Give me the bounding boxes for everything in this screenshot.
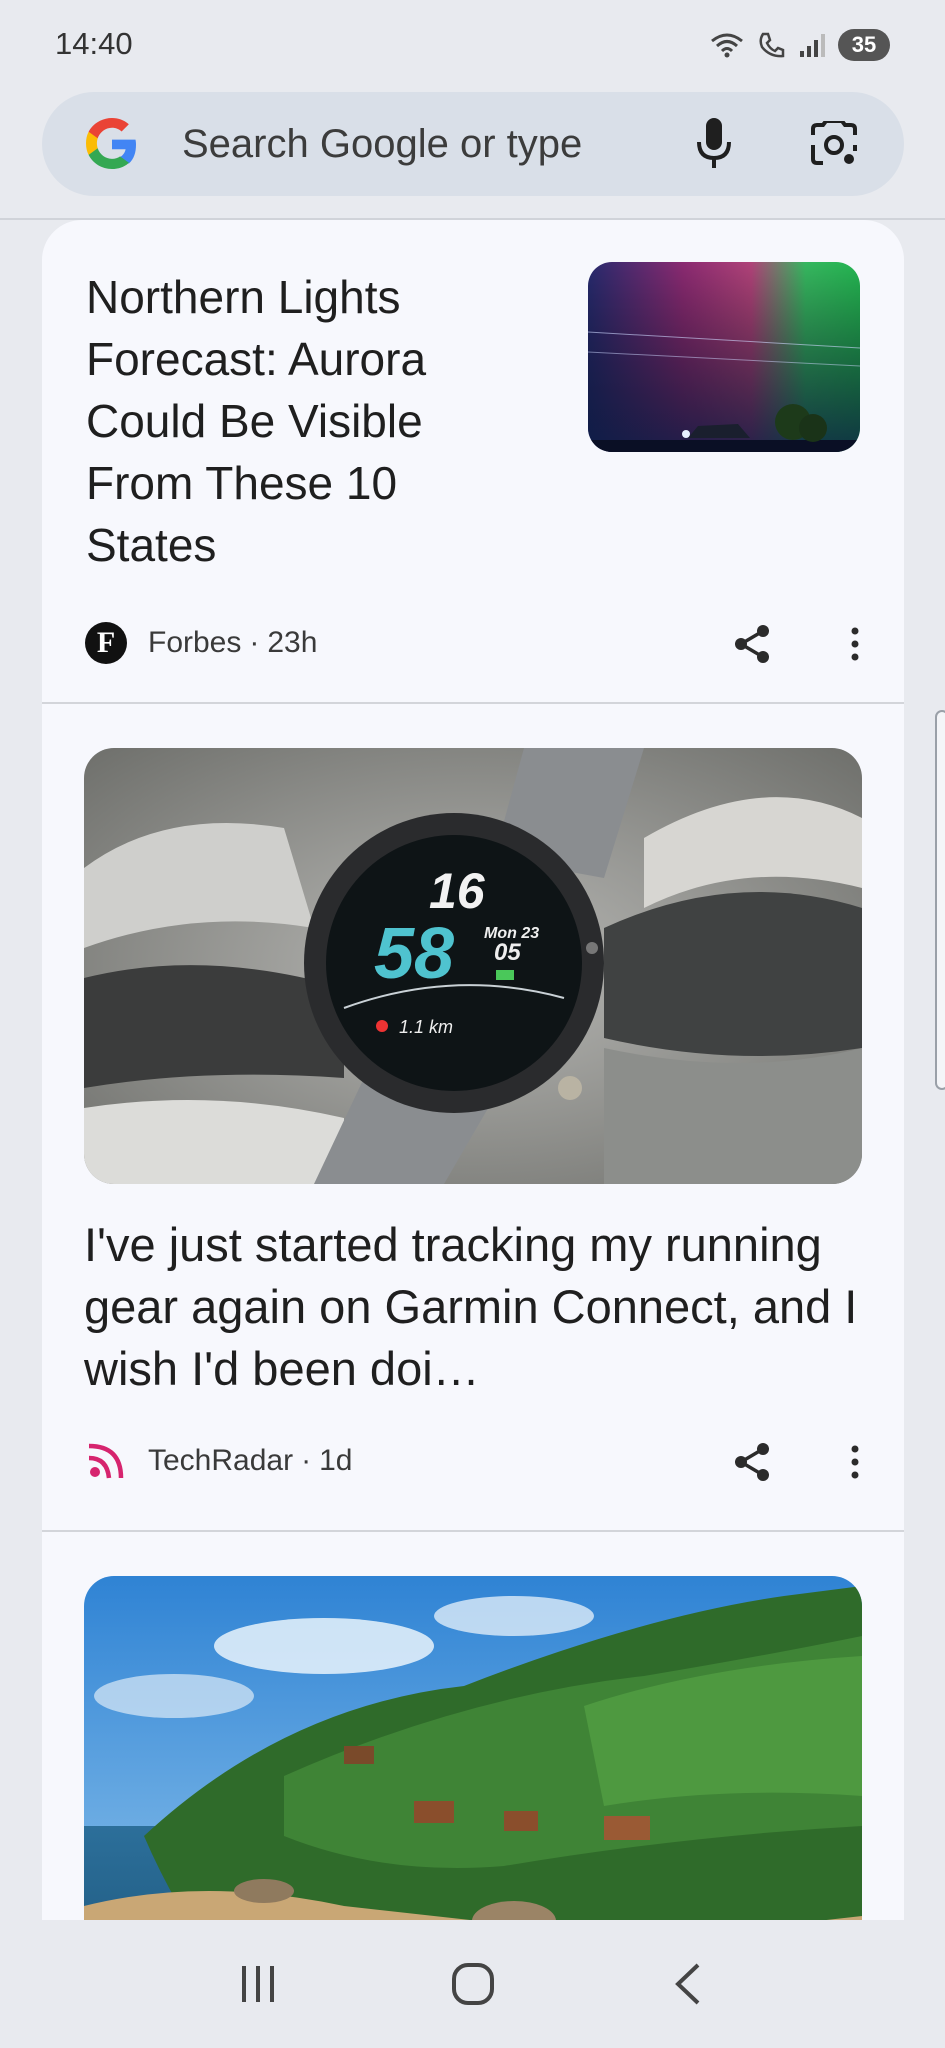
call-icon (756, 30, 786, 60)
techradar-logo-icon (84, 1439, 128, 1483)
back-icon[interactable] (653, 1954, 723, 2014)
home-icon[interactable] (438, 1954, 508, 2014)
svg-text:58: 58 (374, 914, 454, 994)
source-separator: · (301, 1444, 312, 1477)
navigation-bar (0, 1920, 945, 2048)
mic-icon[interactable] (684, 114, 744, 174)
status-icons: 35 (710, 29, 890, 61)
article-age: 23h (267, 626, 318, 659)
article-card[interactable]: Northern Lights Forecast: Aurora Could B… (42, 220, 904, 704)
source-separator: · (249, 626, 260, 659)
search-input[interactable]: Search Google or type (182, 122, 684, 167)
battery-icon: 35 (838, 29, 890, 61)
source-name: TechRadar (148, 1444, 294, 1477)
search-bar[interactable]: Search Google or type (42, 92, 904, 196)
lens-icon[interactable] (804, 114, 864, 174)
article-card[interactable] (42, 1532, 904, 1920)
svg-text:1.1 km: 1.1 km (399, 1017, 453, 1037)
more-options-icon[interactable] (840, 622, 870, 666)
status-bar: 14:40 35 (0, 0, 945, 90)
svg-text:16: 16 (429, 863, 486, 919)
share-icon[interactable] (730, 1440, 774, 1484)
svg-text:05: 05 (494, 939, 521, 966)
more-options-icon[interactable] (840, 1440, 870, 1484)
recent-apps-icon[interactable] (223, 1954, 293, 2014)
share-icon[interactable] (730, 622, 774, 666)
article-thumbnail[interactable] (588, 262, 860, 452)
article-headline[interactable]: Northern Lights Forecast: Aurora Could B… (86, 266, 506, 576)
scroll-handle[interactable] (935, 710, 945, 1090)
article-headline[interactable]: I've just started tracking my running ge… (84, 1214, 874, 1400)
article-age: 1d (319, 1444, 353, 1477)
article-hero-image[interactable]: 16 58 Mon 23 05 1.1 km (84, 748, 862, 1184)
google-logo (82, 114, 142, 174)
signal-icon (798, 31, 826, 59)
article-hero-image[interactable] (84, 1576, 862, 1920)
status-time: 14:40 (55, 26, 133, 61)
article-card[interactable]: 16 58 Mon 23 05 1.1 km I've just started… (42, 704, 904, 1532)
forbes-logo-icon: F (84, 621, 128, 665)
article-source-row: TechRadar · 1d (84, 1436, 864, 1486)
source-name: Forbes (148, 626, 242, 659)
wifi-icon (710, 31, 744, 59)
discover-feed[interactable]: Northern Lights Forecast: Aurora Could B… (42, 220, 904, 1920)
article-source-row: F Forbes · 23h (84, 618, 864, 668)
